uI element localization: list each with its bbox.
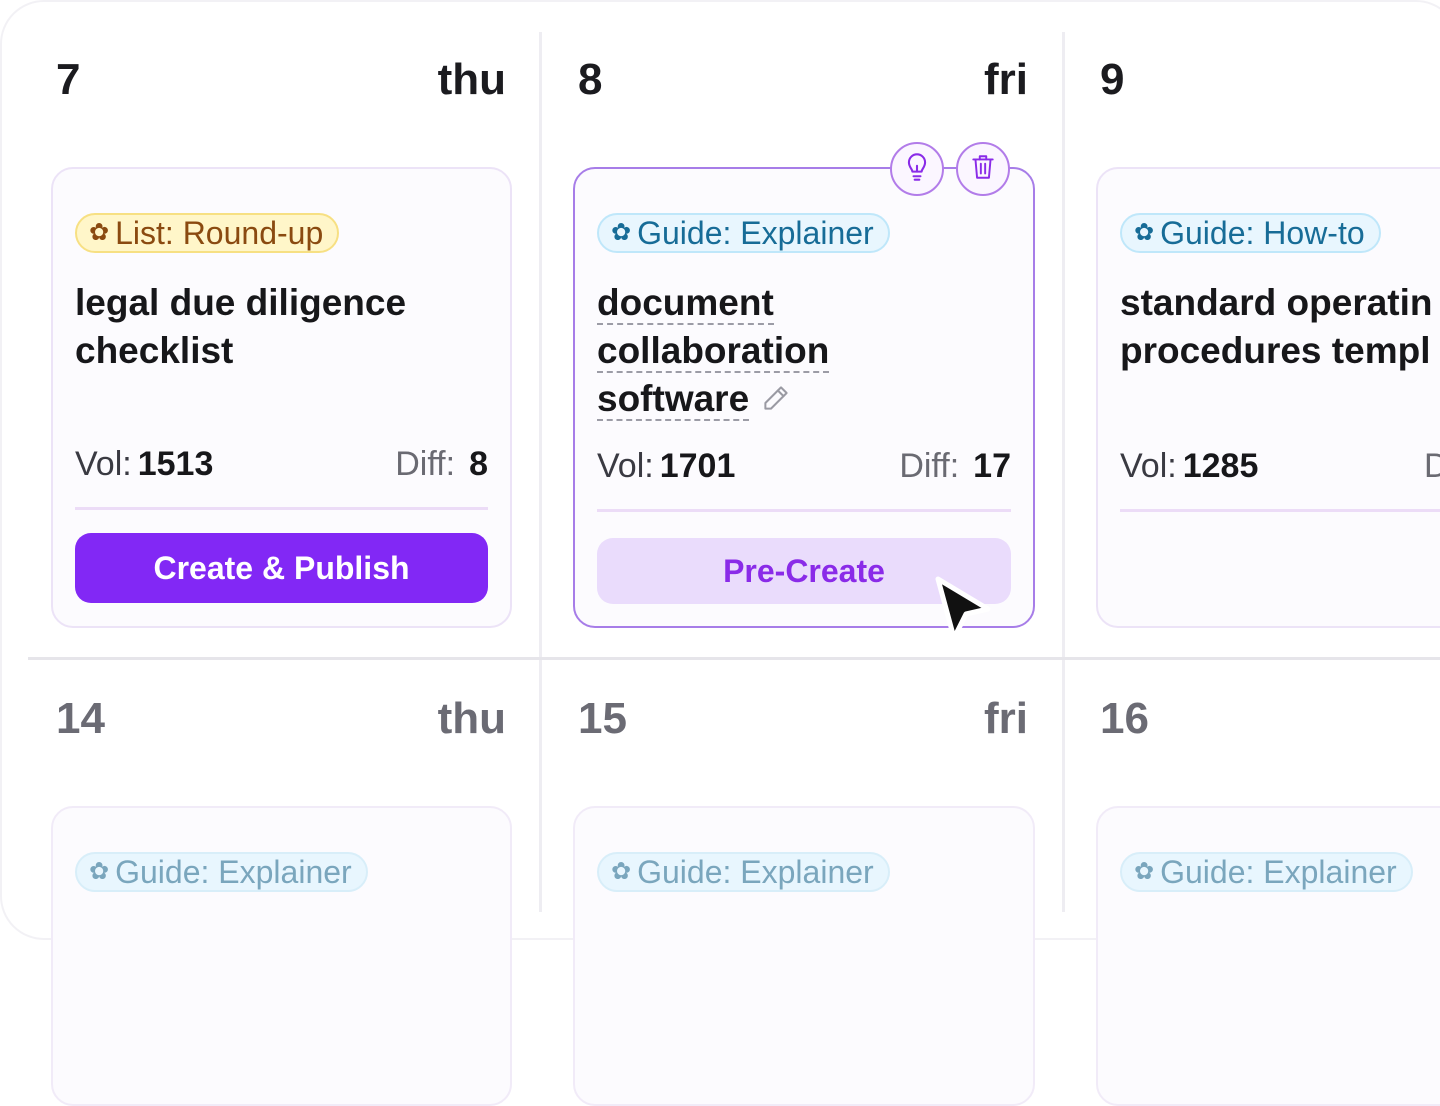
day-name: fri bbox=[984, 694, 1028, 743]
day-number: 7 bbox=[56, 55, 81, 104]
tag-label: Guide: Explainer bbox=[1160, 853, 1397, 890]
trash-icon bbox=[970, 153, 996, 186]
difficulty-label: Diff: bbox=[899, 447, 960, 485]
content-type-tag: ✿ Guide: Explainer bbox=[75, 852, 368, 892]
volume-value: 1701 bbox=[659, 447, 736, 485]
content-type-tag: ✿ Guide: Explainer bbox=[597, 213, 890, 253]
difficulty-label: D bbox=[1424, 447, 1440, 485]
topic-title: legal due diligence checklist bbox=[75, 279, 510, 375]
topic-card-selected[interactable]: ✿ Guide: Explainer document collaboratio… bbox=[573, 167, 1035, 628]
content-type-tag: ✿ Guide: Explainer bbox=[597, 852, 890, 892]
volume-label: Vol: bbox=[597, 447, 654, 485]
volume-stat: Vol: 1701 bbox=[597, 447, 735, 486]
title-line: checklist bbox=[75, 330, 234, 371]
tag-label: Guide: How-to bbox=[1160, 214, 1365, 251]
volume-label: Vol: bbox=[75, 445, 132, 483]
difficulty-stat: Diff: 8 bbox=[395, 445, 488, 484]
day-number: 9 bbox=[1100, 55, 1125, 104]
day-name: thu bbox=[437, 694, 506, 743]
column-divider bbox=[539, 32, 542, 912]
lightbulb-icon bbox=[903, 152, 931, 187]
delete-button[interactable] bbox=[956, 142, 1010, 196]
pencil-icon[interactable] bbox=[761, 377, 791, 425]
title-line: standard operatin bbox=[1120, 282, 1433, 323]
tag-label: Guide: Explainer bbox=[115, 853, 352, 890]
idea-button[interactable] bbox=[890, 142, 944, 196]
tag-label: Guide: Explainer bbox=[637, 214, 874, 251]
day-number: 8 bbox=[578, 55, 603, 104]
content-type-tag: ✿ Guide: How-to bbox=[1120, 213, 1381, 253]
volume-value: 1513 bbox=[137, 445, 214, 483]
volume-stat: Vol: 1285 bbox=[1120, 447, 1258, 486]
topic-card[interactable]: ✿ Guide: Explainer bbox=[1096, 806, 1440, 1106]
content-type-tag: ✿ List: Round-up bbox=[75, 213, 340, 253]
tag-label: List: Round-up bbox=[115, 214, 324, 251]
gear-icon: ✿ bbox=[611, 858, 632, 885]
volume-value: 1285 bbox=[1182, 447, 1259, 485]
column-divider bbox=[1062, 32, 1065, 912]
topic-card[interactable]: ✿ Guide: Explainer bbox=[573, 806, 1035, 1106]
tag-label: Guide: Explainer bbox=[637, 853, 874, 890]
topic-title[interactable]: document collaboration software bbox=[597, 279, 1037, 425]
difficulty-stat: Diff: 17 bbox=[899, 447, 1011, 486]
day-name: fri bbox=[984, 55, 1028, 104]
day-number: 16 bbox=[1100, 694, 1149, 743]
gear-icon: ✿ bbox=[89, 219, 110, 246]
day-number: 14 bbox=[56, 694, 105, 743]
create-publish-button[interactable]: Create & Publish bbox=[75, 533, 488, 603]
difficulty-stat: D bbox=[1424, 447, 1440, 486]
gear-icon: ✿ bbox=[1134, 219, 1155, 246]
card-divider bbox=[1120, 509, 1440, 512]
card-divider bbox=[597, 509, 1011, 512]
topic-card[interactable]: ✿ List: Round-up legal due diligence che… bbox=[51, 167, 512, 628]
gear-icon: ✿ bbox=[89, 858, 110, 885]
title-line: software bbox=[597, 378, 750, 421]
difficulty-label: Diff: bbox=[395, 445, 456, 483]
row-divider bbox=[28, 657, 1440, 660]
gear-icon: ✿ bbox=[611, 219, 632, 246]
topic-title: standard operatin procedures templ bbox=[1120, 279, 1440, 375]
card-divider bbox=[75, 507, 488, 510]
title-line: document bbox=[597, 282, 774, 325]
topic-card[interactable]: ✿ Guide: How-to standard operatin proced… bbox=[1096, 167, 1440, 628]
difficulty-value: 8 bbox=[469, 445, 488, 483]
title-line: legal due diligence bbox=[75, 282, 407, 323]
title-line: procedures templ bbox=[1120, 330, 1431, 371]
topic-card[interactable]: ✿ Guide: Explainer bbox=[51, 806, 512, 1106]
cursor-arrow-icon bbox=[932, 574, 994, 651]
volume-stat: Vol: 1513 bbox=[75, 445, 213, 484]
gear-icon: ✿ bbox=[1134, 858, 1155, 885]
day-number: 15 bbox=[578, 694, 627, 743]
day-name: thu bbox=[437, 55, 506, 104]
difficulty-value: 17 bbox=[973, 447, 1011, 485]
title-line: collaboration bbox=[597, 330, 830, 373]
volume-label: Vol: bbox=[1120, 447, 1177, 485]
content-type-tag: ✿ Guide: Explainer bbox=[1120, 852, 1413, 892]
